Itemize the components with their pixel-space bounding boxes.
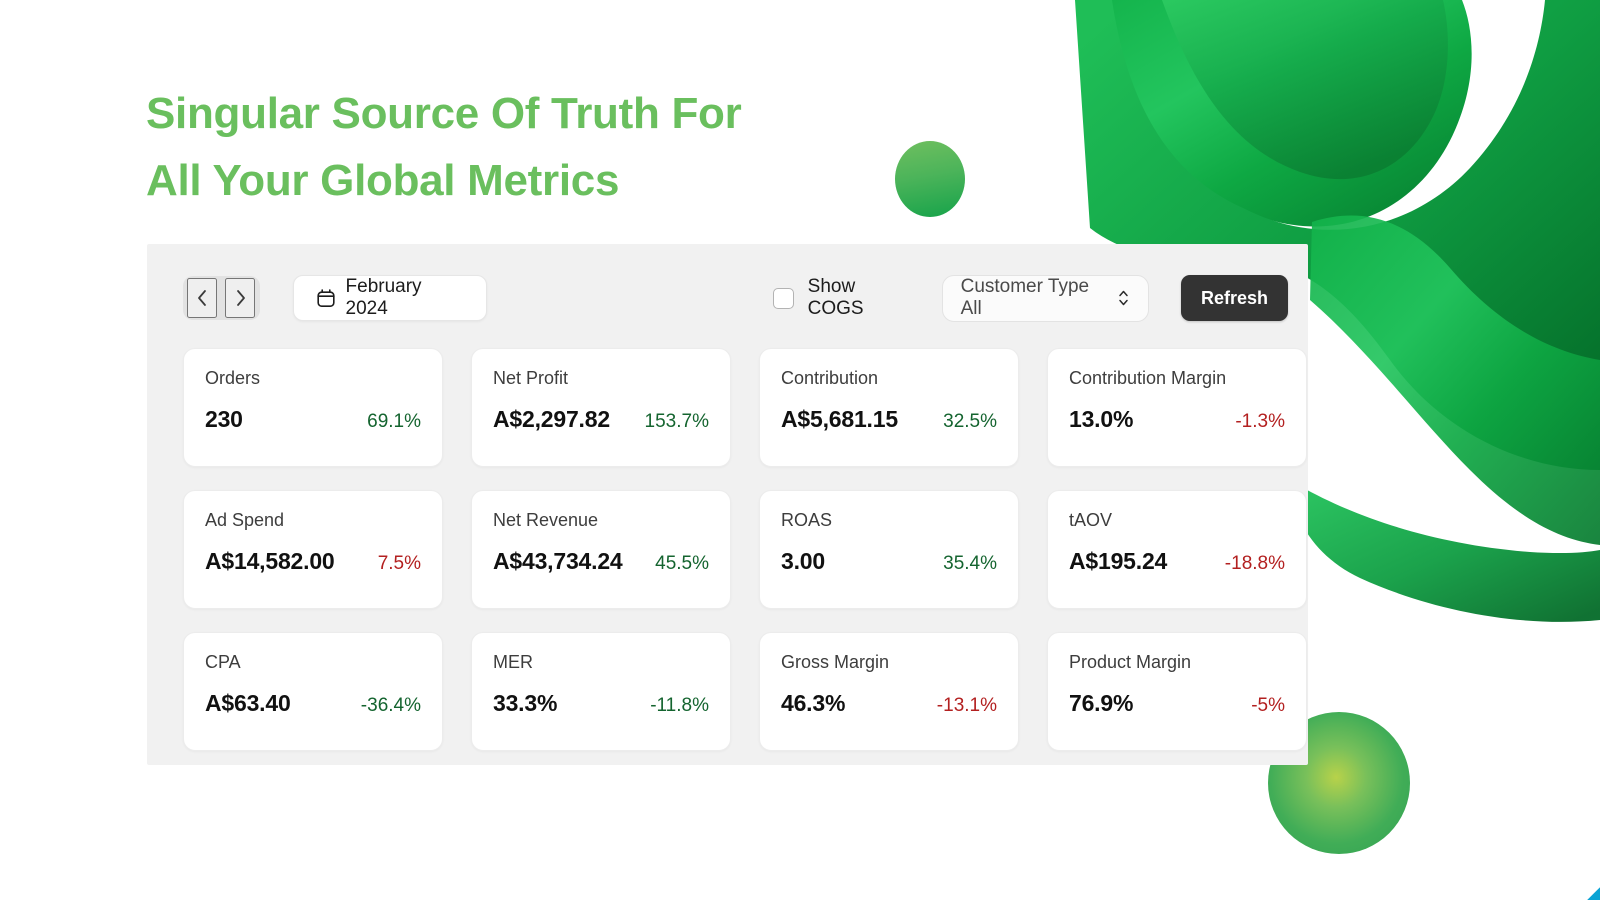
metric-value: 76.9% [1069, 690, 1134, 716]
metric-delta: -36.4% [360, 695, 421, 716]
metric-label: Ad Spend [205, 510, 285, 530]
dashboard-panel: February 2024 Show COGS Customer Type Al… [147, 244, 1308, 765]
show-cogs-control[interactable]: Show COGS [773, 276, 912, 320]
chevron-right-icon [234, 288, 247, 308]
metric-card[interactable]: Contribution Margin 13.0% -1.3% [1047, 348, 1307, 467]
metric-row: A$195.24 -18.8% [1069, 548, 1285, 575]
metric-delta: -13.1% [936, 695, 997, 716]
next-period-button[interactable] [225, 278, 256, 318]
ribbon-upper-highlight [1162, 0, 1448, 180]
ribbon-bottom-shape [1300, 486, 1600, 622]
metric-card[interactable]: Gross Margin 46.3% -13.1% [759, 632, 1019, 751]
metric-card[interactable]: Net Profit A$2,297.82 153.7% [471, 348, 731, 467]
chevron-up-down-icon [1117, 287, 1130, 309]
metric-row: 230 69.1% [205, 406, 421, 433]
metric-label: CPA [205, 652, 241, 672]
metric-row: A$43,734.24 45.5% [493, 548, 709, 575]
metric-delta: 7.5% [377, 553, 421, 574]
metric-card-grid: Orders 230 69.1% Net Profit A$2,297.82 153.7%… [183, 348, 1307, 751]
metric-row: A$5,681.15 32.5% [781, 406, 997, 433]
chevron-left-icon [196, 288, 209, 308]
calendar-icon [316, 288, 336, 309]
metric-row: 33.3% -11.8% [493, 690, 709, 717]
metric-card[interactable]: tAOV A$195.24 -18.8% [1047, 490, 1307, 609]
customer-type-value: Customer Type All [960, 276, 1090, 319]
metric-value: A$195.24 [1069, 548, 1168, 574]
metric-delta: -5% [1251, 695, 1285, 716]
metric-row: 46.3% -13.1% [781, 690, 997, 717]
metric-label: Product Margin [1069, 652, 1192, 672]
metric-label: Net Revenue [493, 510, 599, 530]
ribbon-upper-shape [1075, 0, 1472, 227]
metric-card[interactable]: MER 33.3% -11.8% [471, 632, 731, 751]
metric-row: A$14,582.00 7.5% [205, 548, 421, 575]
refresh-button[interactable]: Refresh [1180, 275, 1288, 321]
metric-row: A$2,297.82 153.7% [493, 406, 709, 433]
metric-value: A$43,734.24 [493, 548, 623, 574]
metric-row: 76.9% -5% [1069, 690, 1285, 717]
metric-delta: 35.4% [943, 553, 997, 574]
metric-delta: 32.5% [943, 411, 997, 432]
metric-card[interactable]: CPA A$63.40 -36.4% [183, 632, 443, 751]
date-range-picker[interactable]: February 2024 [292, 275, 488, 321]
prev-period-button[interactable] [187, 278, 218, 318]
metric-delta: 153.7% [644, 411, 709, 432]
metric-row: A$63.40 -36.4% [205, 690, 421, 717]
metric-label: MER [493, 652, 533, 672]
metric-value: 33.3% [493, 690, 558, 716]
metric-card[interactable]: Net Revenue A$43,734.24 45.5% [471, 490, 731, 609]
metric-delta: 45.5% [655, 553, 709, 574]
show-cogs-label: Show COGS [807, 276, 864, 319]
metric-value: 13.0% [1069, 406, 1134, 432]
metric-card[interactable]: Orders 230 69.1% [183, 348, 443, 467]
period-nav-group [183, 276, 260, 320]
metric-value: A$5,681.15 [781, 406, 898, 432]
metric-label: ROAS [781, 510, 833, 530]
metric-label: Net Profit [493, 368, 569, 388]
dashboard-toolbar: February 2024 Show COGS Customer Type Al… [167, 272, 1288, 324]
customer-type-select[interactable]: Customer Type All [941, 274, 1149, 322]
metric-row: 3.00 35.4% [781, 548, 997, 575]
metric-value: 230 [205, 406, 243, 432]
metric-label: Contribution Margin [1069, 368, 1227, 388]
metric-value: 3.00 [781, 548, 825, 574]
metric-row: 13.0% -1.3% [1069, 406, 1285, 433]
metric-card[interactable]: Product Margin 76.9% -5% [1047, 632, 1307, 751]
metric-delta: -1.3% [1235, 411, 1285, 432]
metric-label: Orders [205, 368, 261, 388]
metric-value: A$2,297.82 [493, 406, 610, 432]
corner-fragment-icon [1587, 887, 1600, 900]
show-cogs-checkbox[interactable] [773, 287, 794, 309]
metric-delta: -11.8% [650, 695, 709, 716]
date-value: February 2024 [345, 276, 422, 319]
page-title: Singular Source Of Truth For All Your Gl… [146, 89, 742, 206]
metric-value: 46.3% [781, 690, 846, 716]
metric-label: Contribution [781, 368, 879, 388]
metric-card[interactable]: Ad Spend A$14,582.00 7.5% [183, 490, 443, 609]
metric-label: tAOV [1069, 510, 1113, 530]
metric-label: Gross Margin [781, 652, 890, 672]
metric-card[interactable]: ROAS 3.00 35.4% [759, 490, 1019, 609]
metric-card[interactable]: Contribution A$5,681.15 32.5% [759, 348, 1019, 467]
ribbon-lower-shape [1310, 215, 1600, 546]
decorative-circle-small [895, 141, 965, 217]
metric-delta: -18.8% [1224, 553, 1285, 574]
metric-value: A$63.40 [205, 690, 291, 716]
metric-value: A$14,582.00 [205, 548, 335, 574]
metric-delta: 69.1% [367, 411, 421, 432]
